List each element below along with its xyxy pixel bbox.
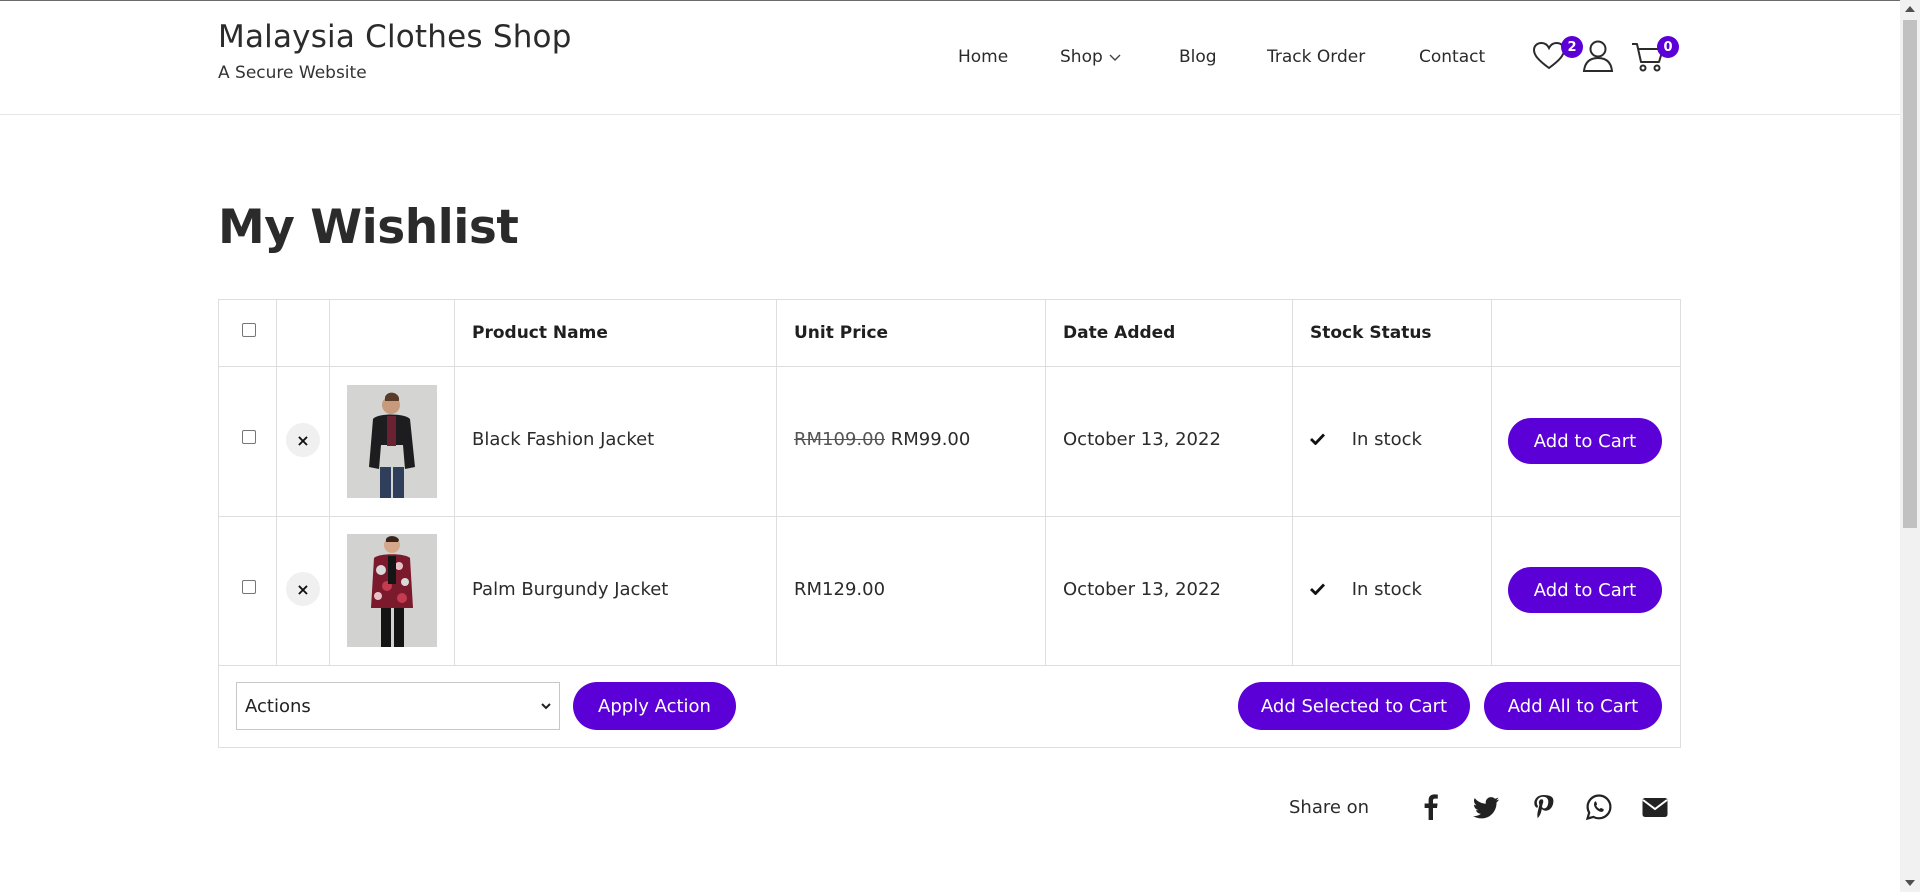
product-image[interactable] (347, 534, 437, 647)
share-label: Share on (1289, 797, 1370, 818)
wishlist-count-badge: 2 (1561, 36, 1583, 58)
nav-track-order[interactable]: Track Order (1267, 45, 1365, 69)
add-to-cart-button[interactable]: Add to Cart (1508, 418, 1662, 464)
cart-count-badge: 0 (1657, 36, 1679, 58)
nav-home[interactable]: Home (958, 45, 1008, 69)
table-divider (219, 516, 1680, 517)
stock-status: In stock (1310, 429, 1422, 450)
product-name[interactable]: Palm Burgundy Jacket (472, 579, 668, 600)
product-name[interactable]: Black Fashion Jacket (472, 429, 654, 450)
column-divider (776, 300, 777, 665)
add-all-to-cart-button[interactable]: Add All to Cart (1484, 682, 1662, 730)
column-divider (454, 300, 455, 665)
column-divider (1045, 300, 1046, 665)
nav-track-order-label: Track Order (1267, 47, 1366, 67)
product-image[interactable] (347, 385, 437, 498)
site-header: Malaysia Clothes Shop A Secure Website H… (0, 1, 1900, 115)
header-product-name: Product Name (472, 323, 608, 343)
row-checkbox[interactable] (242, 580, 256, 594)
scrollbar-thumb[interactable] (1903, 20, 1917, 528)
stock-status: In stock (1310, 579, 1422, 600)
remove-item-button[interactable]: × (286, 572, 320, 606)
scroll-down-arrow-icon[interactable] (1905, 880, 1915, 886)
nav-contact[interactable]: Contact (1419, 45, 1485, 69)
header-date-added: Date Added (1063, 323, 1176, 343)
product-price: RM129.00 (794, 579, 886, 600)
pinterest-icon[interactable] (1528, 792, 1558, 822)
header-stock-status: Stock Status (1310, 323, 1432, 343)
facebook-icon[interactable] (1416, 792, 1446, 822)
table-divider (219, 366, 1680, 367)
nav-shop-label: Shop (1060, 47, 1103, 67)
select-all-checkbox[interactable] (242, 323, 256, 337)
nav-home-label: Home (958, 47, 1009, 67)
date-added: October 13, 2022 (1063, 579, 1221, 600)
add-selected-to-cart-button[interactable]: Add Selected to Cart (1238, 682, 1470, 730)
stock-status-label: In stock (1351, 579, 1422, 600)
page-title: My Wishlist (218, 200, 519, 255)
wishlist-table (218, 299, 1681, 748)
sale-price: RM99.00 (890, 429, 971, 450)
apply-action-button[interactable]: Apply Action (573, 682, 736, 730)
chevron-down-icon (1109, 47, 1121, 67)
user-icon[interactable] (1582, 39, 1614, 77)
check-icon (1310, 429, 1332, 450)
old-price: RM109.00 (794, 429, 886, 450)
column-divider (276, 300, 277, 665)
whatsapp-icon[interactable] (1584, 792, 1614, 822)
remove-item-button[interactable]: × (286, 423, 320, 457)
site-tagline: A Secure Website (218, 63, 367, 83)
nav-blog[interactable]: Blog (1179, 45, 1217, 69)
product-price: RM109.00 RM99.00 (794, 429, 970, 450)
email-icon[interactable] (1640, 792, 1670, 822)
check-icon (1310, 579, 1332, 600)
stock-status-label: In stock (1351, 429, 1422, 450)
twitter-icon[interactable] (1472, 792, 1502, 822)
nav-contact-label: Contact (1419, 47, 1486, 67)
column-divider (1292, 300, 1293, 665)
column-divider (329, 300, 330, 665)
date-added: October 13, 2022 (1063, 429, 1221, 450)
scroll-up-arrow-icon[interactable] (1905, 6, 1915, 12)
row-checkbox[interactable] (242, 430, 256, 444)
nav-blog-label: Blog (1179, 47, 1217, 67)
bulk-actions-select[interactable]: Actions (236, 682, 560, 730)
site-title[interactable]: Malaysia Clothes Shop (218, 19, 572, 55)
bulk-actions-value: Actions (245, 695, 311, 717)
column-divider (1491, 300, 1492, 665)
chevron-down-icon (539, 697, 553, 718)
add-to-cart-button[interactable]: Add to Cart (1508, 567, 1662, 613)
header-unit-price: Unit Price (794, 323, 889, 343)
table-divider (219, 665, 1680, 666)
nav-shop[interactable]: Shop (1060, 45, 1121, 69)
